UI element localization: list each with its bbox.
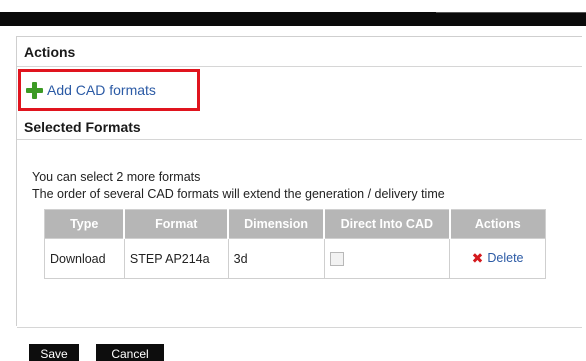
save-button[interactable]: Save: [29, 344, 79, 361]
cell-actions: ✖ Delete: [449, 238, 546, 279]
cell-format: STEP AP214a: [123, 238, 229, 279]
divider: [17, 139, 582, 140]
cancel-button[interactable]: Cancel: [96, 344, 164, 361]
actions-header: Actions: [24, 44, 76, 60]
cell-type: Download: [44, 238, 125, 279]
delete-label: Delete: [487, 251, 524, 265]
delivery-time-note: The order of several CAD formats will ex…: [32, 187, 445, 201]
add-cad-formats-link[interactable]: Add CAD formats: [18, 69, 200, 111]
selected-formats-header: Selected Formats: [24, 119, 141, 135]
column-header-format: Format: [123, 209, 230, 239]
table-header-row: Type Format Dimension Direct Into CAD Ac…: [44, 209, 546, 239]
top-bar: [0, 12, 586, 26]
cell-dimension: 3d: [227, 238, 325, 279]
cell-direct-into-cad: [323, 238, 451, 279]
plus-icon: [26, 81, 43, 99]
direct-into-cad-checkbox[interactable]: [329, 251, 344, 266]
selected-formats-table: Type Format Dimension Direct Into CAD Ac…: [44, 209, 546, 279]
divider: [17, 66, 582, 67]
x-icon: ✖: [471, 250, 484, 266]
add-cad-formats-label: Add CAD formats: [47, 82, 156, 98]
top-bar-divider: [436, 10, 586, 13]
column-header-actions: Actions: [449, 209, 546, 239]
column-header-dimension: Dimension: [227, 209, 326, 239]
delete-link[interactable]: ✖ Delete: [472, 251, 524, 265]
remaining-formats-text: You can select 2 more formats: [32, 170, 201, 184]
column-header-direct-into-cad: Direct Into CAD: [323, 209, 451, 239]
divider: [17, 327, 582, 328]
table-row: Download STEP AP214a 3d ✖ Delete: [44, 238, 546, 279]
column-header-type: Type: [44, 209, 126, 239]
